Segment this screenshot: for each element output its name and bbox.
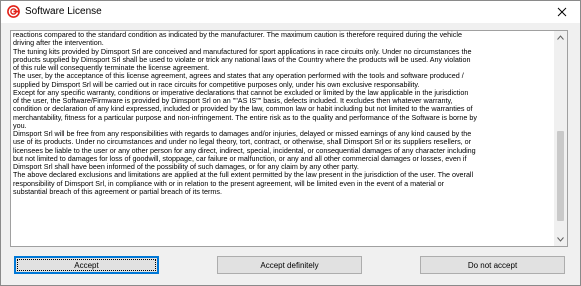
dimsport-logo-icon	[7, 5, 20, 18]
license-line: licensees be liable to the user or any o…	[13, 146, 476, 155]
license-line: of this rule will consequently terminate…	[13, 64, 210, 72]
license-line: The tuning kits provided by Dimsport Srl…	[13, 47, 472, 56]
scroll-down-button[interactable]	[554, 233, 567, 246]
title-bar[interactable]: Software License	[1, 1, 580, 23]
license-line: but not limited to damages for loss of g…	[13, 154, 467, 163]
vertical-scrollbar[interactable]	[554, 31, 567, 246]
license-line: you.	[13, 121, 27, 130]
license-line: supplied by Dimsport Srl will be carried…	[13, 80, 420, 89]
chevron-down-icon	[557, 237, 564, 242]
license-line: of the user, the Software/Firmware is pr…	[13, 97, 453, 105]
accept-button[interactable]: Accept	[14, 256, 159, 274]
license-line: driving after the intervention.	[13, 39, 104, 48]
close-button[interactable]	[550, 1, 574, 23]
license-line: products supplied by Dimsport Srl shall …	[13, 55, 471, 64]
license-line: The user, by the acceptance of this lice…	[13, 72, 464, 81]
accept-button-label: Accept	[74, 260, 99, 270]
license-line: condition or declaration of any kind exp…	[13, 105, 473, 114]
window-title: Software License	[25, 6, 102, 17]
license-line: responsibility of Dimsport Srl, in compl…	[13, 179, 445, 188]
software-license-window: Software License reactions compared to t…	[0, 0, 581, 286]
do-not-accept-button-label: Do not accept	[467, 260, 518, 270]
license-text-box[interactable]: reactions compared to the standard condi…	[10, 30, 568, 247]
license-line: merchantability, fitness for a particula…	[13, 113, 477, 122]
dialog-content: reactions compared to the standard condi…	[1, 23, 580, 285]
scroll-thumb[interactable]	[557, 131, 564, 221]
close-icon	[557, 7, 567, 17]
license-text: reactions compared to the standard condi…	[13, 31, 553, 196]
do-not-accept-button[interactable]: Do not accept	[420, 256, 565, 274]
accept-definitely-button-label: Accept definitely	[260, 260, 319, 270]
scroll-up-button[interactable]	[554, 31, 567, 44]
license-line: use of its products. Under no circumstan…	[13, 138, 472, 147]
license-line: The above declared exclusions and limita…	[13, 171, 474, 180]
accept-definitely-button[interactable]: Accept definitely	[217, 256, 362, 274]
license-line: Dimsport Srl will be free from any respo…	[13, 130, 472, 138]
license-line: substantial breach of this agreement or …	[13, 187, 222, 196]
chevron-up-icon	[557, 35, 564, 40]
license-line: Dimsport Srl shall have been informed of…	[13, 163, 359, 171]
license-line: reactions compared to the standard condi…	[13, 31, 462, 39]
license-line: Except for any specific warranty, condit…	[13, 88, 469, 97]
